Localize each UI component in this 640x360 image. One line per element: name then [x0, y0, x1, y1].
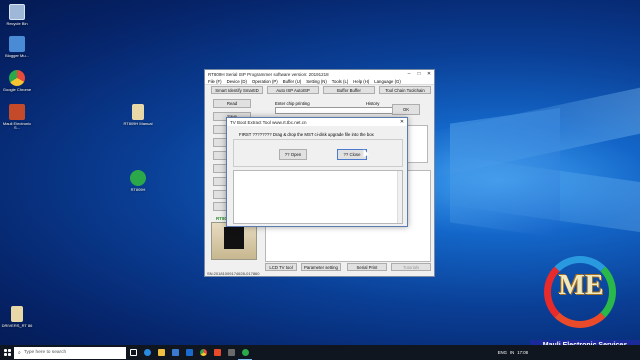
menu-buffer[interactable]: Buffer (U)	[283, 79, 302, 84]
menu-file[interactable]: File (F)	[208, 79, 222, 84]
menu-device[interactable]: Device (D)	[227, 79, 247, 84]
file-explorer-icon[interactable]	[154, 345, 168, 360]
lang-indicator[interactable]: ENG	[498, 350, 507, 355]
tool-chain-button[interactable]: Tool Chain Toolchain	[379, 86, 431, 94]
dialog-titlebar[interactable]: TV Boot Extract Tool www.rt.tbc.net.cn ✕	[227, 118, 407, 126]
programmer-device-image	[211, 222, 257, 260]
edge-icon[interactable]	[140, 345, 154, 360]
status-bar: SN:20181009174628-017860	[207, 271, 260, 276]
main-window-titlebar[interactable]: RT809H Serial ISP Programmer software ve…	[205, 70, 434, 78]
scrollbar[interactable]	[397, 171, 402, 223]
maximize-icon[interactable]: □	[414, 70, 424, 78]
lcd-tv-tool-button[interactable]: LCD TV tool	[265, 263, 297, 271]
media-icon[interactable]	[210, 345, 224, 360]
dialog-title: TV Boot Extract Tool www.rt.tbc.net.cn	[230, 119, 307, 125]
desktop-icon-drivers[interactable]: DRIVERS_RT 86	[0, 306, 34, 328]
desktop-icon-rt809h-manual[interactable]: RT809H Manual	[121, 104, 155, 126]
desktop-icon-chrome[interactable]: Google Chrome	[0, 70, 34, 92]
drop-box[interactable]	[233, 170, 403, 224]
smart-identify-button[interactable]: Smart Identify SmartID	[211, 86, 263, 94]
zif-socket-icon	[224, 227, 244, 249]
history-label: History	[366, 101, 380, 106]
serial-print-button[interactable]: Serial Print	[347, 263, 387, 271]
desktop-icon-blogger[interactable]: Blogger Mu...	[0, 36, 34, 58]
desktop-icon-recycle-bin[interactable]: Recycle Bin	[0, 4, 34, 26]
close-icon[interactable]: ✕	[424, 70, 434, 78]
parameter-setting-button[interactable]: Parameter setting	[301, 263, 341, 271]
dialog-close-icon[interactable]: ✕	[397, 118, 407, 126]
auto-isp-button[interactable]: Auto ISP AutoISP	[267, 86, 319, 94]
document-icon	[132, 104, 144, 120]
start-button[interactable]	[0, 345, 14, 360]
tv-boot-extract-dialog: TV Boot Extract Tool www.rt.tbc.net.cn ✕…	[226, 117, 408, 227]
read-button[interactable]: Read	[213, 99, 251, 108]
time[interactable]: 17:08	[517, 350, 528, 355]
dialog-groupbox	[233, 139, 403, 167]
search-box[interactable]: ⌕ Type here to search	[14, 346, 126, 359]
task-view-icon[interactable]	[126, 345, 140, 360]
system-tray: ENG IN 17:08	[498, 350, 528, 355]
desktop-icon-rt809h[interactable]: RT809H	[121, 170, 155, 192]
menu-language[interactable]: Language (G)	[374, 79, 401, 84]
blogger-icon	[9, 36, 25, 52]
taskbar: ⌕ Type here to search ENG IN 17:08	[0, 345, 640, 360]
store-icon[interactable]	[168, 345, 182, 360]
windows-logo-icon	[3, 349, 11, 356]
mail-icon[interactable]	[182, 345, 196, 360]
instruction-text: FIRST ???????? Drag & drop the MST ci-di…	[239, 132, 374, 137]
rt809h-taskbar-icon[interactable]	[238, 345, 252, 360]
app-icon[interactable]	[224, 345, 238, 360]
region-indicator[interactable]: IN	[510, 350, 514, 355]
tutorials-button[interactable]: Tutorials	[391, 263, 431, 271]
chip-input[interactable]	[275, 107, 393, 114]
rt809h-app-icon	[130, 170, 146, 186]
folder-icon	[11, 306, 23, 322]
chrome-icon	[9, 70, 25, 86]
buffer-button[interactable]: Buffer Buffer	[323, 86, 375, 94]
window-title: RT809H Serial ISP Programmer software ve…	[208, 71, 329, 77]
menu-tools[interactable]: Tools (L)	[332, 79, 348, 84]
logo-text: ME	[558, 270, 604, 301]
menu-bar: File (F) Device (D) Operation (P) Buffer…	[205, 78, 434, 85]
open-file-button[interactable]: ?? Open	[279, 149, 307, 160]
search-icon: ⌕	[18, 349, 21, 356]
chip-label: Enter chip printing	[275, 101, 310, 106]
recycle-bin-icon	[9, 4, 25, 20]
wallpaper-window-logo	[450, 108, 560, 238]
search-placeholder: Type here to search	[23, 350, 67, 355]
minimize-icon[interactable]: –	[404, 70, 414, 78]
menu-setting[interactable]: Setting (N)	[306, 79, 327, 84]
desktop-icon-mauli[interactable]: Mauli Electronic S...	[0, 104, 34, 131]
ok-button[interactable]: OK	[392, 104, 420, 115]
menu-help[interactable]: Help (H)	[353, 79, 369, 84]
menu-operation[interactable]: Operation (P)	[252, 79, 278, 84]
brand-logo: ME	[540, 252, 622, 332]
mauli-icon	[9, 104, 25, 120]
chrome-taskbar-icon[interactable]	[196, 345, 210, 360]
